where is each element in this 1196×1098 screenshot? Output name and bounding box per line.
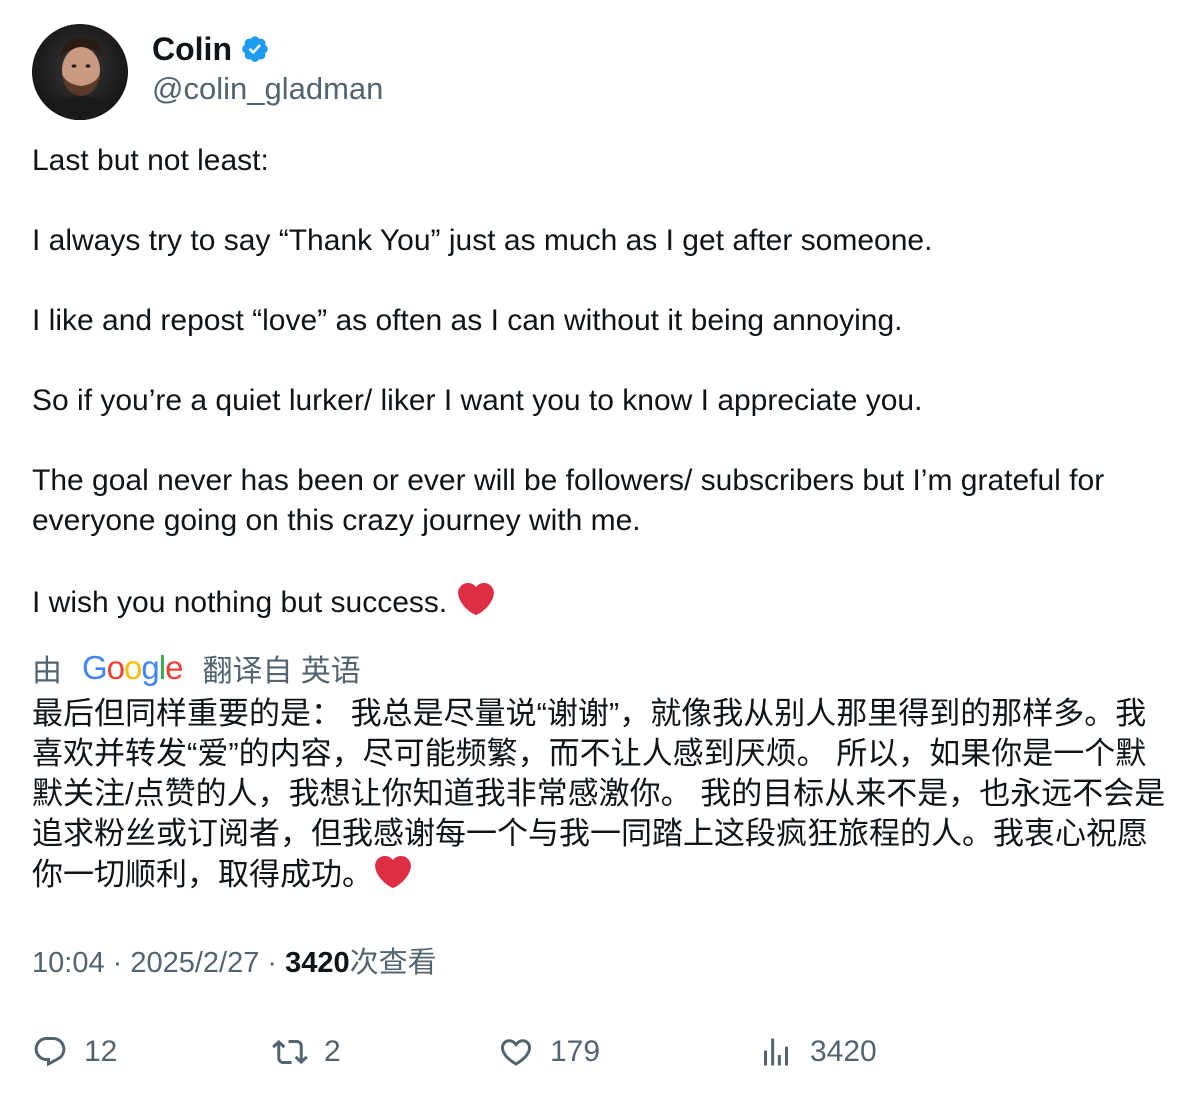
views-action-count: 3420 (810, 1035, 877, 1068)
repost-count: 2 (324, 1035, 341, 1068)
tweet-time[interactable]: 10:04 (32, 947, 105, 979)
translation-attribution: 由 Google 翻译自 英语 (32, 647, 361, 689)
heart-emoji-icon (457, 581, 494, 617)
tweet-meta: 10:04 · 2025/2/27 · 3420次查看 (32, 943, 437, 983)
name-row: Colin (152, 29, 383, 69)
reply-count: 12 (84, 1035, 118, 1068)
repost-button[interactable]: 2 (272, 1030, 341, 1074)
action-bar: 12 2 179 3420 (32, 1030, 1162, 1074)
tweet-paragraph: Last but not least: (32, 144, 269, 177)
meta-separator: · (104, 947, 131, 979)
profile-photo-icon (32, 24, 128, 120)
tweet-blank-line (32, 341, 1162, 381)
tweet-blank-line (32, 261, 1162, 301)
tweet-blank-line (32, 181, 1162, 221)
tweet-date[interactable]: 2025/2/27 (130, 947, 259, 979)
views-button[interactable]: 3420 (758, 1030, 877, 1074)
tweet-blank-line (32, 541, 1162, 581)
author-names: Colin @colin_gladman (152, 29, 383, 109)
translated-text: 最后但同样重要的是： 我总是尽量说“谢谢”，就像我从别人那里得到的那样多。我喜欢… (32, 694, 1167, 895)
translated-body: 最后但同样重要的是： 我总是尽量说“谢谢”，就像我从别人那里得到的那样多。我喜欢… (32, 696, 1166, 892)
tweet-header: Colin @colin_gladman (32, 24, 383, 120)
tweet-paragraph: The goal never has been or ever will be … (32, 464, 1113, 537)
reply-button[interactable]: 12 (32, 1030, 117, 1074)
views-label: 次查看 (349, 947, 437, 979)
tweet-paragraph: I always try to say “Thank You” just as … (32, 224, 933, 257)
avatar[interactable] (32, 24, 128, 120)
verified-badge-icon[interactable] (240, 34, 270, 64)
translation-suffix[interactable]: 翻译自 英语 (202, 646, 360, 690)
tweet-paragraph: I wish you nothing but success. (32, 586, 448, 619)
tweet-paragraph: I like and repost “love” as often as I c… (32, 304, 903, 337)
tweet-last-line: I wish you nothing but success. (32, 581, 1162, 623)
tweet-paragraph: So if you’re a quiet lurker/ liker I wan… (32, 384, 923, 417)
meta-separator: · (259, 947, 286, 979)
like-button[interactable]: 179 (498, 1030, 600, 1074)
handle[interactable]: @colin_gladman (152, 69, 383, 109)
repost-icon (272, 1039, 308, 1065)
like-heart-icon (500, 1039, 532, 1066)
google-logo-icon[interactable]: Google (82, 649, 183, 687)
analytics-bar-icon (764, 1038, 788, 1066)
tweet-blank-line (32, 421, 1162, 461)
tweet-text: Last but not least: I always try to say … (32, 141, 1162, 623)
like-count: 179 (550, 1035, 601, 1068)
display-name[interactable]: Colin (152, 29, 232, 69)
views-count: 3420 (285, 947, 350, 979)
reply-icon (34, 1037, 66, 1067)
translation-prefix: 由 (32, 655, 62, 688)
heart-emoji-icon (375, 854, 411, 890)
